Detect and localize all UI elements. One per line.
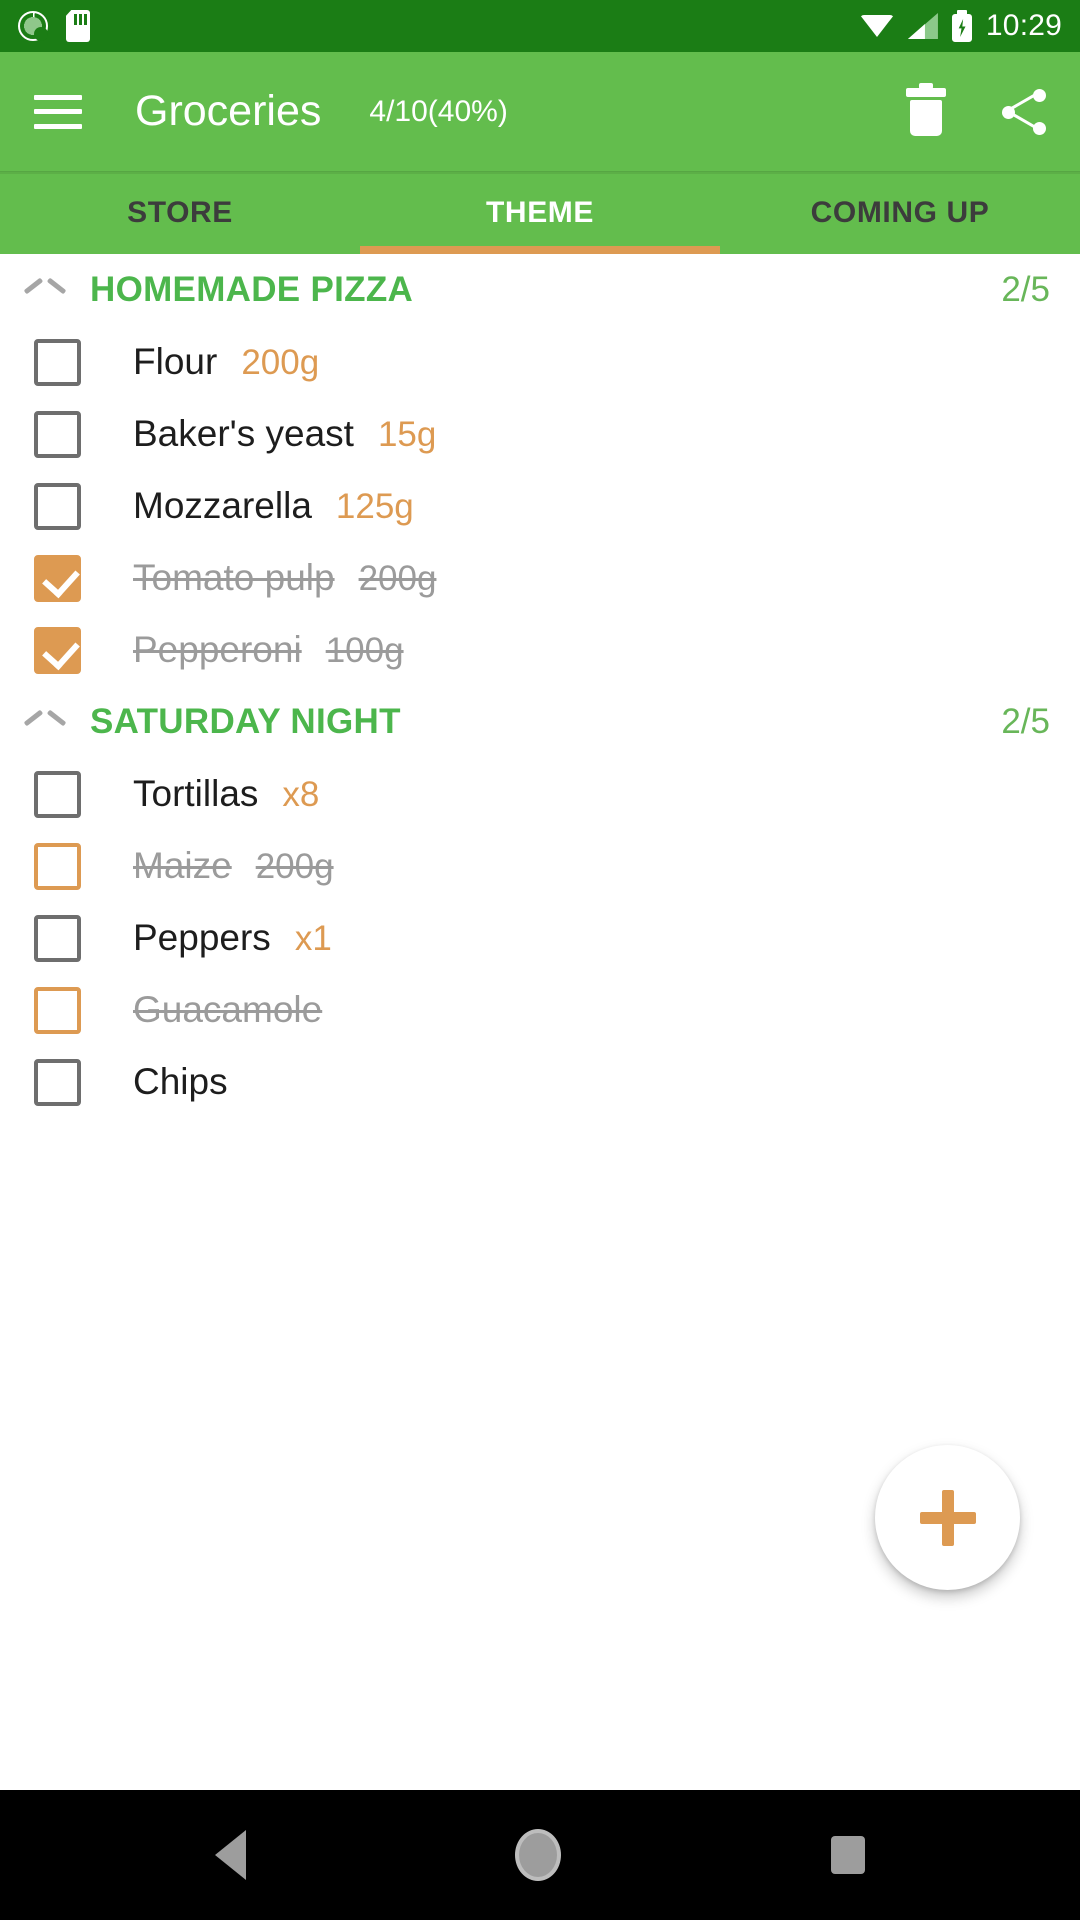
back-triangle-icon[interactable] xyxy=(214,1830,246,1880)
item-quantity: x8 xyxy=(282,775,320,814)
home-circle-icon[interactable] xyxy=(515,1829,562,1881)
item-name: Peppers xyxy=(133,917,271,958)
list-item[interactable]: Tomato pulp 200g xyxy=(0,542,1080,614)
sd-card-icon xyxy=(66,10,90,42)
item-checkbox[interactable] xyxy=(34,842,81,890)
plus-icon xyxy=(919,1489,976,1546)
chevron-up-icon[interactable] xyxy=(24,701,66,743)
item-checkbox[interactable] xyxy=(34,770,81,818)
item-label-wrap: Flour 200g xyxy=(133,341,319,383)
status-bar-right-icons: 10:29 xyxy=(859,9,1062,43)
share-icon[interactable] xyxy=(1002,88,1046,135)
recents-square-icon[interactable] xyxy=(831,1836,866,1874)
item-quantity: 15g xyxy=(377,415,437,454)
chevron-up-icon[interactable] xyxy=(24,269,66,311)
tab-coming-up[interactable]: COMING UP xyxy=(720,171,1080,254)
item-checkbox[interactable] xyxy=(34,338,81,386)
status-bar-left-icons xyxy=(18,10,90,42)
section-title: SATURDAY NIGHT xyxy=(90,702,401,741)
item-label-wrap: Baker's yeast 15g xyxy=(133,413,436,455)
item-quantity: x1 xyxy=(294,919,332,958)
cellular-signal-icon xyxy=(907,13,938,39)
item-name: Chips xyxy=(133,1061,228,1102)
item-label-wrap: Tomato pulp 200g xyxy=(133,557,436,599)
item-quantity: 200g xyxy=(255,847,334,886)
item-quantity: 100g xyxy=(325,631,404,670)
item-name: Pepperoni xyxy=(133,629,302,670)
list-item[interactable]: Pepperoni 100g xyxy=(0,614,1080,686)
item-label-wrap: Maize 200g xyxy=(133,845,334,887)
page-title: Groceries xyxy=(135,87,322,135)
trash-icon[interactable] xyxy=(906,82,946,136)
item-quantity: 200g xyxy=(358,559,437,598)
progress-counter: 4/10(40%) xyxy=(369,94,508,128)
item-label-wrap: Pepperoni 100g xyxy=(133,629,404,671)
item-checkbox[interactable] xyxy=(34,1058,81,1106)
item-checkbox[interactable] xyxy=(34,482,81,530)
list-item[interactable]: Guacamole xyxy=(0,974,1080,1046)
app-bar: Groceries 4/10(40%) xyxy=(0,52,1080,171)
section-count: 2/5 xyxy=(1001,702,1050,741)
tab-bar: STORE THEME COMING UP xyxy=(0,171,1080,254)
list-item[interactable]: Mozzarella 125g xyxy=(0,470,1080,542)
item-label-wrap: Peppers x1 xyxy=(133,917,332,959)
item-label-wrap: Guacamole xyxy=(133,989,346,1031)
item-quantity: 200g xyxy=(241,343,320,382)
list-item[interactable]: Peppers x1 xyxy=(0,902,1080,974)
battery-charging-icon xyxy=(951,10,972,42)
item-name: Maize xyxy=(133,845,232,886)
section-title: HOMEMADE PIZZA xyxy=(90,270,414,309)
app-bar-actions xyxy=(906,82,1046,136)
tab-theme[interactable]: THEME xyxy=(360,171,720,254)
sync-icon xyxy=(18,11,48,41)
list-item[interactable]: Flour 200g xyxy=(0,326,1080,398)
item-checkbox[interactable] xyxy=(34,986,81,1034)
app-root: 10:29 Groceries 4/10(40%) STORE THEME CO… xyxy=(0,0,1080,1920)
list-item[interactable]: Chips xyxy=(0,1046,1080,1118)
item-name: Tomato pulp xyxy=(133,557,335,598)
item-checkbox[interactable] xyxy=(34,410,81,458)
item-name: Baker's yeast xyxy=(133,413,354,454)
section-header-homemade-pizza[interactable]: HOMEMADE PIZZA 2/5 xyxy=(0,254,1080,326)
status-bar-clock: 10:29 xyxy=(985,9,1062,42)
list-item[interactable]: Maize 200g xyxy=(0,830,1080,902)
wifi-icon xyxy=(859,13,894,39)
item-checkbox[interactable] xyxy=(34,554,81,602)
item-label-wrap: Chips xyxy=(133,1061,252,1103)
section-count: 2/5 xyxy=(1001,270,1050,309)
shopping-list: HOMEMADE PIZZA 2/5 Flour 200g Baker's ye… xyxy=(0,254,1080,1790)
hamburger-menu-icon[interactable] xyxy=(34,94,82,129)
item-name: Flour xyxy=(133,341,218,382)
item-name: Tortillas xyxy=(133,773,259,814)
item-quantity: 125g xyxy=(335,487,414,526)
item-name: Mozzarella xyxy=(133,485,312,526)
tab-store[interactable]: STORE xyxy=(0,171,360,254)
item-label-wrap: Mozzarella 125g xyxy=(133,485,414,527)
item-checkbox[interactable] xyxy=(34,626,81,674)
list-item[interactable]: Baker's yeast 15g xyxy=(0,398,1080,470)
android-navigation-bar xyxy=(0,1790,1080,1920)
item-name: Guacamole xyxy=(133,989,323,1030)
status-bar: 10:29 xyxy=(0,0,1080,52)
section-header-saturday-night[interactable]: SATURDAY NIGHT 2/5 xyxy=(0,686,1080,758)
item-label-wrap: Tortillas x8 xyxy=(133,773,319,815)
item-checkbox[interactable] xyxy=(34,914,81,962)
add-item-fab[interactable] xyxy=(875,1445,1020,1590)
list-item[interactable]: Tortillas x8 xyxy=(0,758,1080,830)
